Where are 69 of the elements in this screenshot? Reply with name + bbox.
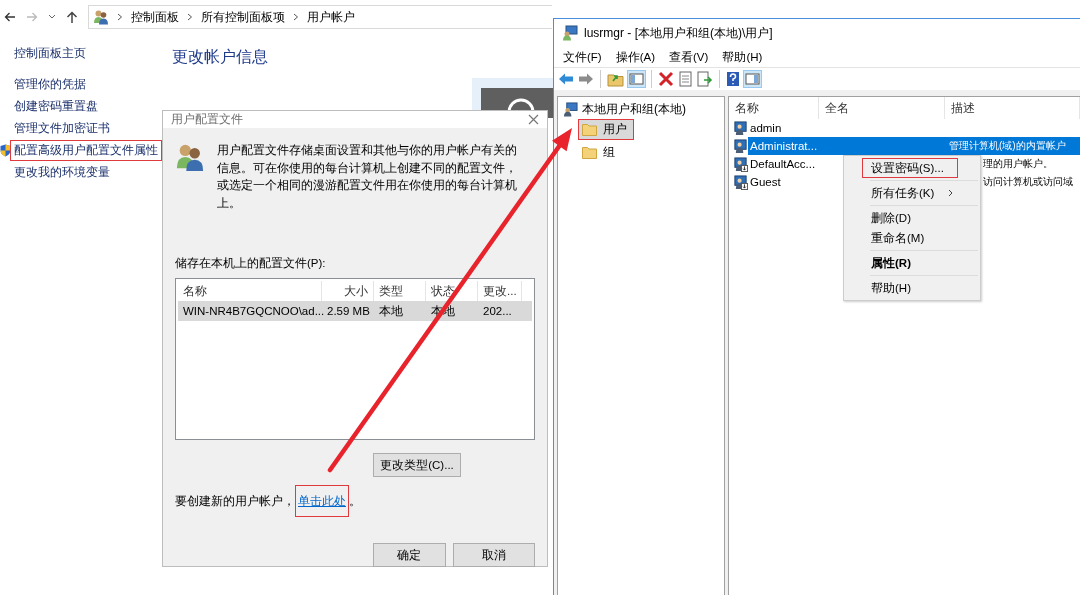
user-description: 管理计算机(域)的内置帐户	[948, 139, 1067, 153]
panel-icon[interactable]	[744, 71, 761, 87]
column-header[interactable]: 全名	[819, 97, 945, 119]
back-arrow-icon[interactable]	[4, 12, 16, 22]
user-description: 访问计算机或访问域	[982, 175, 1074, 189]
menu-item[interactable]: 文件(F)	[563, 49, 602, 65]
menu-item[interactable]: 设置密码(S)...	[862, 158, 958, 178]
menu-item[interactable]: 属性(R)	[862, 253, 958, 273]
menu-item[interactable]: 帮助(H)	[862, 278, 958, 298]
user-name: admin	[749, 122, 783, 134]
chevron-right-icon	[187, 13, 193, 21]
chevron-right-icon	[117, 13, 123, 21]
menu-item[interactable]: 查看(V)	[669, 49, 709, 65]
user-name: DefaultAcc...	[749, 158, 817, 170]
column-header[interactable]: 描述	[945, 97, 1080, 119]
close-icon[interactable]	[528, 114, 539, 125]
sidebar-link[interactable]: 管理你的凭据	[10, 73, 90, 95]
tree-item[interactable]: 本地用户和组(本地)	[582, 100, 686, 118]
folder-icon	[582, 146, 597, 159]
menu-item[interactable]: 帮助(H)	[722, 49, 763, 65]
computer-users-icon	[562, 25, 578, 41]
chevron-right-icon	[948, 189, 953, 197]
sidebar-link[interactable]: 控制面板主页	[10, 42, 90, 64]
computer-users-icon	[563, 101, 578, 117]
dialog-button[interactable]: 取消	[452, 543, 535, 567]
chevron-right-icon	[293, 13, 299, 21]
menu-item[interactable]: 所有任务(K)	[862, 183, 958, 203]
user-name: Guest	[749, 176, 782, 188]
table-cell-text: 202...	[482, 305, 513, 317]
page-heading: 更改帐户信息	[172, 47, 268, 67]
click-here-link[interactable]: 单击此处	[295, 485, 349, 517]
breadcrumb[interactable]: 控制面板	[131, 8, 179, 26]
change-type-button[interactable]: 更改类型(C)...	[373, 453, 461, 477]
table-cell-text: WIN-NR4B7GQCNOO\ad...	[182, 305, 322, 317]
users-icon	[175, 142, 205, 172]
folder-icon	[582, 123, 597, 136]
menu-item[interactable]: 操作(A)	[615, 49, 656, 65]
window-title: lusrmgr - [本地用户和组(本地)\用户]	[584, 24, 773, 42]
back-arrow-icon[interactable]	[558, 72, 574, 86]
tree-item[interactable]: 组	[578, 142, 622, 163]
table-cell-text: 2.59 MB	[326, 305, 371, 317]
help-icon[interactable]	[726, 71, 740, 87]
export-icon[interactable]	[697, 71, 713, 87]
user-name: Administrat...	[749, 140, 819, 152]
sidebar-link[interactable]: 管理文件加密证书	[10, 117, 114, 139]
sidebar-link[interactable]: 更改我的环境变量	[10, 161, 114, 183]
sidebar-link[interactable]: 创建密码重置盘	[10, 95, 102, 117]
list-label: 储存在本机上的配置文件(P):	[175, 256, 327, 271]
users-icon	[93, 9, 109, 25]
breadcrumb[interactable]: 所有控制面板项	[201, 8, 285, 26]
breadcrumb[interactable]: 用户帐户	[307, 8, 355, 26]
dialog-button[interactable]: 确定	[373, 543, 446, 567]
folder-up-icon[interactable]	[607, 71, 624, 87]
panel-icon[interactable]	[628, 71, 645, 87]
menu-item[interactable]: 重命名(M)	[862, 228, 958, 248]
table-cell-text: 本地	[378, 303, 404, 319]
chevron-down-icon[interactable]	[48, 14, 56, 20]
sidebar-link[interactable]: 配置高级用户配置文件属性	[10, 139, 162, 161]
delete-icon[interactable]	[658, 71, 674, 87]
dialog-description: 用户配置文件存储桌面设置和其他与你的用户帐户有关的信息。可在你使用的每台计算机上创建不同的配置文件，或选定一个相同的漫游配置文件用在你使用的每台计算机上。	[217, 143, 518, 211]
column-header[interactable]: 名称	[729, 97, 819, 119]
menu-item[interactable]: 删除(D)	[862, 208, 958, 228]
user-description: 理的用户帐户。	[982, 157, 1054, 171]
up-arrow-icon[interactable]	[66, 10, 78, 24]
dialog-title: 用户配置文件	[171, 111, 243, 128]
selected-user-row[interactable]: Administrat... 管理计算机(域)的内置帐户	[748, 137, 1080, 155]
address-bar[interactable]: 控制面板 所有控制面板项 用户帐户	[88, 5, 552, 29]
forward-arrow-icon[interactable]	[578, 72, 594, 86]
tree-item[interactable]: 用户	[578, 119, 634, 140]
